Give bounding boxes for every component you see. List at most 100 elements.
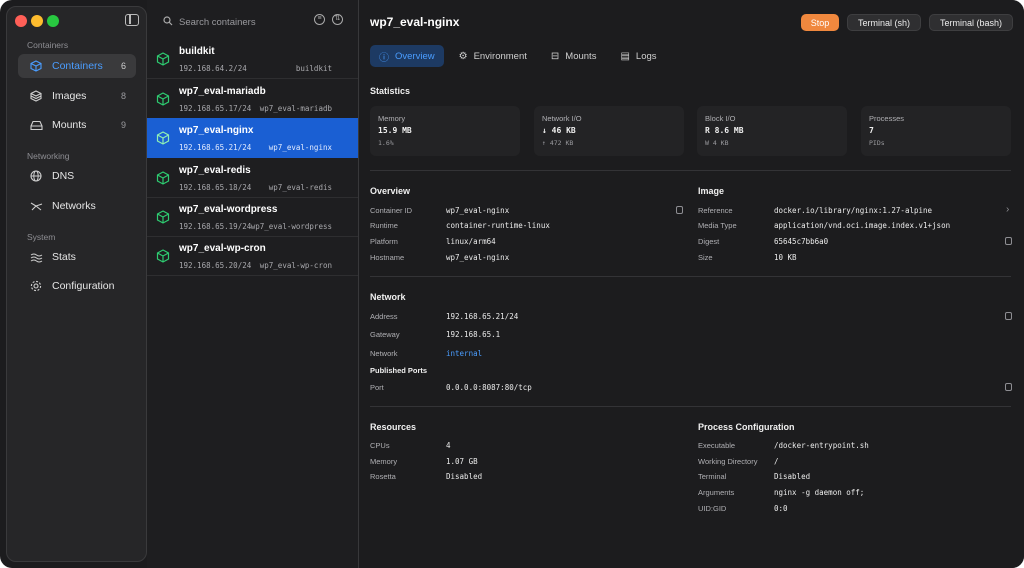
section-networking: Networking	[27, 151, 70, 161]
sidebar-item-networks[interactable]: Networks	[18, 194, 136, 218]
container-ip: 192.168.65.17/24	[179, 104, 252, 113]
container-row[interactable]: wp7_eval-mariadb 192.168.65.17/24 wp7_ev…	[147, 79, 358, 119]
field-label: Arguments	[698, 488, 735, 497]
container-name: wp7_eval-mariadb	[179, 86, 266, 97]
field-value: linux/arm64	[446, 237, 496, 246]
field-value: 10 KB	[774, 253, 797, 262]
container-hostname: wp7_eval-redis	[268, 183, 332, 192]
sidebar-item-label: Images	[52, 90, 87, 102]
sidebar-item-label: Stats	[52, 251, 76, 263]
field-label: Media Type	[698, 221, 737, 230]
field-value: /docker-entrypoint.sh	[774, 441, 869, 450]
statistics-heading: Statistics	[370, 86, 411, 96]
sidebar-item-containers[interactable]: Containers 6	[18, 54, 136, 78]
search-input[interactable]: Search containers	[179, 17, 256, 28]
sidebar-item-stats[interactable]: Stats	[18, 245, 136, 269]
document-icon: ▤	[620, 50, 630, 62]
field-label: Container ID	[370, 206, 413, 215]
field-value: application/vnd.oci.image.index.v1+json	[774, 221, 951, 230]
tab-label: Mounts	[565, 50, 597, 62]
container-hostname: buildkit	[295, 64, 332, 73]
field-label: Size	[698, 253, 713, 262]
search-bar[interactable]: Search containers ≡ ⇅	[163, 14, 343, 30]
field-value: /	[774, 457, 779, 466]
sidebar-item-dns[interactable]: DNS	[18, 164, 136, 188]
stat-sub: 1.6%	[378, 139, 394, 147]
field-value: Disabled	[774, 472, 811, 481]
stat-sub: PIDs	[869, 139, 885, 147]
container-row[interactable]: wp7_eval-wordpress 192.168.65.19/24 wp7_…	[147, 197, 358, 237]
field-label: Hostname	[370, 253, 405, 262]
minimize-window-button[interactable]	[31, 15, 43, 27]
terminal-bash-button[interactable]: Terminal (bash)	[929, 14, 1013, 31]
container-hostname: wp7_eval-nginx	[268, 143, 332, 152]
sidebar-item-label: Mounts	[52, 119, 87, 131]
copy-icon[interactable]	[1005, 237, 1012, 245]
field-label: Platform	[370, 237, 398, 246]
copy-icon[interactable]	[1005, 383, 1012, 391]
tab-mounts[interactable]: ⊟ Mounts	[542, 45, 606, 67]
tab-overview[interactable]: ⓘ Overview	[370, 45, 444, 67]
drive-icon: ⊟	[550, 50, 560, 62]
field-value: 192.168.65.1	[446, 330, 501, 339]
tab-bar: ⓘ Overview ⚙ Environment ⊟ Mounts ▤ Logs	[370, 45, 666, 67]
container-ip: 192.168.65.18/24	[179, 183, 252, 192]
sidebar-item-images[interactable]: Images 8	[18, 84, 136, 108]
field-label: Gateway	[370, 330, 400, 339]
terminal-sh-button[interactable]: Terminal (sh)	[847, 14, 921, 31]
gear-icon: ⚙	[458, 50, 468, 62]
image-heading: Image	[698, 186, 725, 196]
field-label: CPUs	[370, 441, 390, 450]
container-hostname: wp7_eval-wordpress	[250, 222, 332, 231]
field-label: UID:GID	[698, 504, 727, 513]
waves-icon	[28, 252, 44, 263]
copy-icon[interactable]	[676, 206, 683, 214]
container-ip: 192.168.65.20/24	[179, 261, 252, 270]
tab-label: Overview	[395, 50, 435, 62]
tab-logs[interactable]: ▤ Logs	[611, 45, 665, 67]
field-value: wp7_eval-nginx	[446, 206, 510, 215]
container-cube-icon	[156, 92, 170, 106]
zoom-window-button[interactable]	[47, 15, 59, 27]
sidebar-item-mounts[interactable]: Mounts 9	[18, 113, 136, 137]
field-value: 0.0.0.0:8087:80/tcp	[446, 383, 532, 392]
info-icon: ⓘ	[379, 52, 389, 64]
stop-button[interactable]: Stop	[801, 14, 839, 31]
container-hostname: wp7_eval-wp-cron	[259, 261, 332, 270]
detail-pane: wp7_eval-nginx Stop Terminal (sh) Termin…	[359, 0, 1024, 568]
gear-icon	[28, 280, 44, 292]
page-title: wp7_eval-nginx	[370, 15, 460, 29]
cube-icon	[28, 60, 44, 72]
stat-value: R 8.6 MB	[705, 126, 744, 135]
filter-icon[interactable]: ≡	[314, 14, 325, 25]
sidebar-item-configuration[interactable]: Configuration	[18, 274, 136, 298]
container-cube-icon	[156, 249, 170, 263]
stat-label: Processes	[869, 114, 905, 123]
network-link[interactable]: internal	[446, 349, 482, 358]
chevron-right-icon[interactable]: ›	[1006, 204, 1009, 215]
overview-heading: Overview	[370, 186, 411, 196]
field-label: Port	[370, 383, 384, 392]
container-row[interactable]: wp7_eval-wp-cron 192.168.65.20/24 wp7_ev…	[147, 236, 358, 276]
container-row-selected[interactable]: wp7_eval-nginx 192.168.65.21/24 wp7_eval…	[147, 118, 358, 158]
field-value: docker.io/library/nginx:1.27-alpine	[774, 206, 933, 215]
stat-value: 15.9 MB	[378, 126, 412, 135]
container-hostname: wp7_eval-mariadb	[259, 104, 332, 113]
stat-card-memory: Memory 15.9 MB 1.6%	[370, 106, 520, 156]
sort-icon[interactable]: ⇅	[332, 14, 343, 25]
container-name: wp7_eval-redis	[179, 165, 251, 176]
copy-icon[interactable]	[1005, 312, 1012, 320]
tab-environment[interactable]: ⚙ Environment	[450, 45, 536, 67]
container-row[interactable]: wp7_eval-redis 192.168.65.18/24 wp7_eval…	[147, 158, 358, 198]
container-row[interactable]: buildkit 192.168.64.2/24 buildkit	[147, 39, 358, 79]
globe-icon	[28, 170, 44, 182]
field-value: nginx -g daemon off;	[774, 488, 865, 497]
close-window-button[interactable]	[15, 15, 27, 27]
field-value: container-runtime-linux	[446, 221, 550, 230]
app-window: Containers Containers 6 Images 8 Mounts …	[0, 0, 1024, 568]
sidebar: Containers Containers 6 Images 8 Mounts …	[6, 6, 147, 562]
field-value: 4	[446, 441, 451, 450]
stat-value: ↓ 46 KB	[542, 126, 576, 135]
sidebar-toggle-icon[interactable]	[125, 14, 139, 26]
section-system: System	[27, 232, 56, 242]
